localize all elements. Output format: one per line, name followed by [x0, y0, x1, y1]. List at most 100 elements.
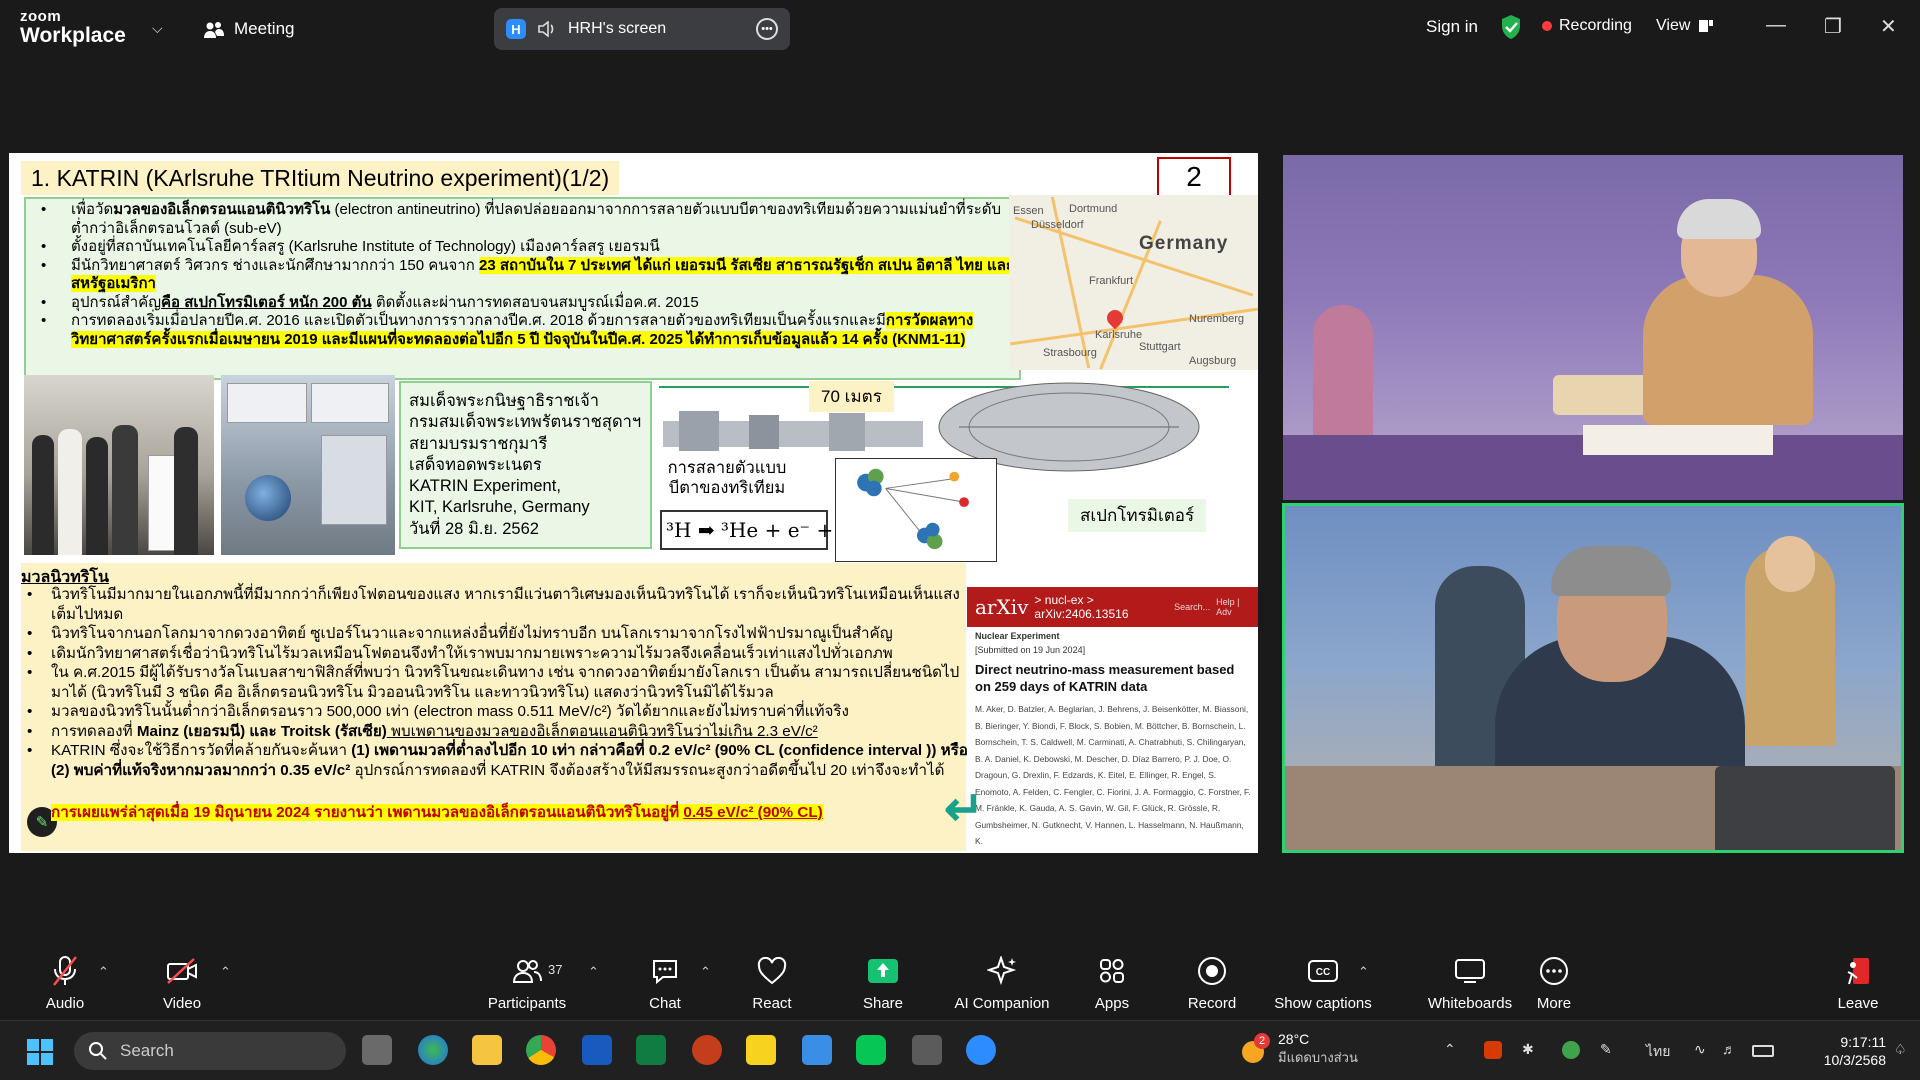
germany-map: Essen Dortmund Düsseldorf Germany Frankf…	[1009, 195, 1258, 370]
camera-off-icon	[167, 958, 197, 984]
map-country-label: Germany	[1139, 233, 1229, 254]
audio-label: Audio	[45, 995, 85, 1012]
audio-button[interactable]: Audio	[36, 946, 94, 1020]
tray-globe-icon[interactable]	[1562, 1041, 1580, 1059]
decay-equation: ³H ➡ ³He + e⁻ + ν̄ₑ	[660, 510, 859, 550]
audio-options-caret-icon[interactable]: ⌃	[98, 964, 109, 980]
title-bar: zoom Workplace ⌵ Meeting H HRH's screen …	[0, 0, 1920, 56]
heart-icon	[757, 957, 787, 985]
chat-options-caret-icon[interactable]: ⌃	[700, 964, 711, 980]
word-icon[interactable]	[582, 1035, 612, 1065]
captions-options-caret-icon[interactable]: ⌃	[1358, 964, 1369, 980]
view-button[interactable]: View	[1656, 17, 1714, 35]
apps-label: Apps	[1094, 995, 1130, 1012]
edge-globe-icon[interactable]	[418, 1035, 448, 1065]
shared-screen-content: 1. KATRIN (KArlsruhe TRItium Neutrino ex…	[9, 153, 1258, 853]
shared-screen-pill[interactable]: H HRH's screen •••	[494, 8, 790, 50]
visit-photo-1	[24, 375, 214, 555]
video-tile-1[interactable]	[1283, 155, 1903, 500]
zoom-app-icon[interactable]	[966, 1035, 996, 1065]
meeting-label: Meeting	[234, 19, 295, 38]
video-tile-2[interactable]	[1282, 503, 1904, 853]
chrome-icon[interactable]	[526, 1035, 556, 1065]
chat-label: Chat	[649, 995, 681, 1012]
ai-companion-label: AI Companion	[954, 995, 1050, 1012]
excel-icon[interactable]	[636, 1035, 666, 1065]
close-icon[interactable]: ✕	[1880, 14, 1897, 39]
video-options-caret-icon[interactable]: ⌃	[220, 964, 231, 980]
return-arrow-icon: ↵	[944, 783, 985, 836]
mass-item: นิวทริโนมีมากมายในเอกภพนี้ที่มีมากกว่าก็…	[21, 585, 971, 624]
view-layout-icon	[1699, 20, 1714, 32]
search-icon	[89, 1042, 107, 1060]
bluetooth-icon[interactable]: ✱	[1522, 1041, 1534, 1058]
participants-options-caret-icon[interactable]: ⌃	[588, 964, 599, 980]
notification-bell-icon[interactable]: ♤	[1894, 1041, 1907, 1058]
leave-button[interactable]: Leave	[1836, 946, 1880, 1020]
more-button[interactable]: More	[1532, 946, 1576, 1020]
react-button[interactable]: React	[746, 946, 798, 1020]
view-label: View	[1656, 17, 1691, 34]
taskbar-search[interactable]: Search	[74, 1032, 346, 1070]
tray-overflow-chevron-icon[interactable]: ⌃	[1444, 1041, 1456, 1058]
mass-item: นิวทริโนจากนอกโลกมาจากดวงอาทิตย์ ซูเปอร์…	[21, 624, 971, 644]
weather-widget[interactable]: 2 28°C มีแดดบางส่วน	[1240, 1031, 1358, 1068]
sign-in-button[interactable]: Sign in	[1426, 17, 1478, 37]
record-label: Record	[1187, 995, 1237, 1012]
intro-bullet: ตั้งอยู่ที่สถาบันเทคโนโลยีคาร์ลสรู (Karl…	[31, 238, 1016, 257]
volume-icon[interactable]: ♬	[1722, 1041, 1736, 1057]
powerpoint-icon[interactable]	[692, 1035, 722, 1065]
more-options-icon[interactable]: •••	[756, 18, 778, 40]
show-captions-label: Show captions	[1274, 995, 1372, 1012]
pen-input-icon[interactable]: ✎	[1600, 1041, 1612, 1058]
microphone-muted-icon	[53, 956, 77, 986]
record-button[interactable]: Record	[1186, 946, 1238, 1020]
meeting-menu[interactable]: Meeting	[204, 19, 294, 39]
show-captions-button[interactable]: CC Show captions	[1270, 946, 1376, 1020]
tray-app-icon[interactable]	[1484, 1041, 1502, 1059]
chat-icon	[653, 960, 677, 985]
participants-button[interactable]: Participants	[484, 946, 570, 1020]
chevron-down-icon[interactable]: ⌵	[152, 20, 163, 37]
task-view-icon[interactable]	[362, 1035, 392, 1065]
apps-button[interactable]: Apps	[1090, 946, 1134, 1020]
video-label: Video	[162, 995, 202, 1012]
recording-indicator[interactable]: Recording	[1542, 17, 1632, 35]
svg-text:CC: CC	[1316, 967, 1330, 978]
participants-icon	[512, 960, 542, 983]
share-screen-icon	[868, 959, 898, 983]
arxiv-paper-screenshot: arXiv > nucl-ex > arXiv:2406.13516 Searc…	[967, 587, 1258, 853]
chat-button[interactable]: Chat	[640, 946, 690, 1020]
intro-bullet-list: เพื่อวัดมวลของอิเล็กตรอนแอนตินิวทริโน (e…	[31, 201, 1016, 349]
spectrometer-label: สเปกโทรมิเตอร์	[1068, 499, 1207, 532]
weather-badge: 2	[1254, 1032, 1270, 1049]
temperature: 28°C	[1278, 1031, 1310, 1047]
visit-photo-2	[221, 375, 395, 555]
notepad-icon[interactable]	[802, 1035, 832, 1065]
whiteboards-button[interactable]: Whiteboards	[1422, 946, 1518, 1020]
ai-companion-button[interactable]: AI Companion	[950, 946, 1054, 1020]
file-explorer-icon[interactable]	[472, 1035, 502, 1065]
video-button[interactable]: Video	[156, 946, 208, 1020]
apps-icon	[1100, 959, 1124, 983]
shared-screen-label: HRH's screen	[568, 20, 667, 37]
more-icon	[1540, 957, 1568, 985]
share-button[interactable]: Share	[856, 946, 910, 1020]
system-clock[interactable]: 9:17:11 10/3/2568	[1806, 1033, 1886, 1069]
minimize-icon[interactable]: —	[1766, 14, 1786, 37]
windows-start-icon[interactable]	[26, 1038, 54, 1066]
wifi-icon[interactable]: ∿	[1694, 1041, 1706, 1058]
battery-icon[interactable]	[1752, 1045, 1774, 1057]
sticky-notes-icon[interactable]	[746, 1035, 776, 1065]
calculator-icon[interactable]	[912, 1035, 942, 1065]
line-app-icon[interactable]	[856, 1035, 886, 1065]
record-icon	[1198, 957, 1226, 985]
restore-icon[interactable]: ❐	[1824, 14, 1842, 39]
input-language[interactable]: ไทย	[1646, 1041, 1670, 1063]
meeting-toolbar: Audio ⌃ Video ⌃ Participants 37 ⌃ Chat ⌃…	[0, 946, 1920, 1020]
slide-page-number: 2	[1157, 157, 1231, 197]
encryption-shield-icon[interactable]	[1500, 14, 1522, 40]
sharer-badge: H	[506, 19, 526, 39]
windows-taskbar: Search 2 28°C มีแดดบางส่วน ⌃ ✱ ✎ ไทย ∿ ♬…	[0, 1020, 1920, 1080]
clock-time: 9:17:11	[1840, 1034, 1886, 1050]
